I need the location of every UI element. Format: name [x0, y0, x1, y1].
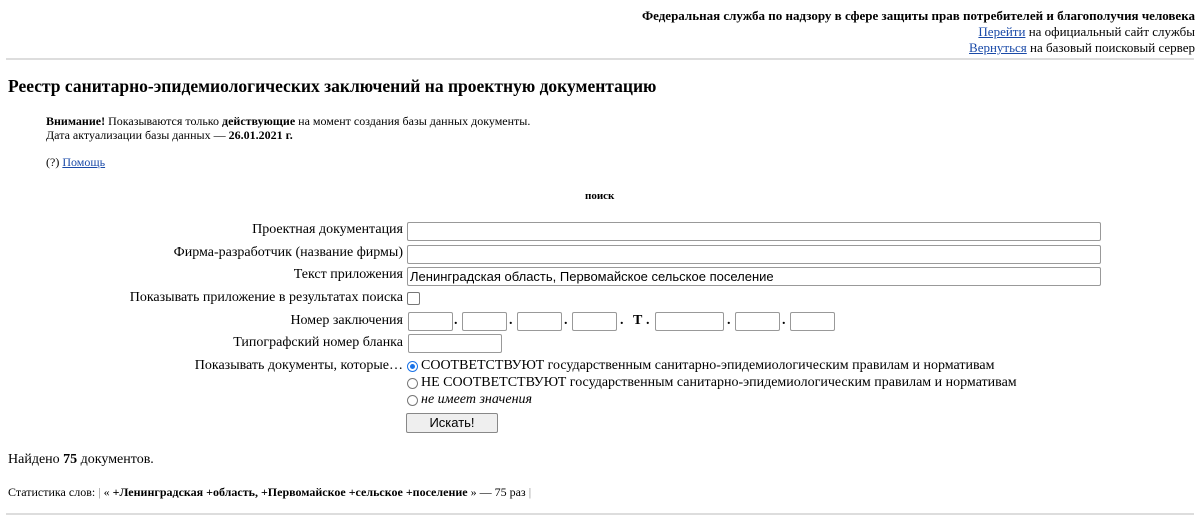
number-part-6[interactable]: [735, 312, 780, 331]
stats-query: +Ленинградская +область, +Первомайское +…: [112, 485, 468, 499]
number-sep: .: [782, 313, 786, 328]
official-site-link[interactable]: Перейти: [978, 24, 1025, 39]
show-app-label: Показывать приложение в результатах поис…: [129, 290, 403, 305]
number-sep: .: [620, 313, 624, 328]
help-prefix: (?): [46, 155, 63, 169]
number-part-3[interactable]: [517, 312, 562, 331]
help: (?) Помощь: [46, 155, 105, 170]
word-stats: Статистика слов: | « +Ленинградская +обл…: [8, 485, 531, 500]
radio-label: не имеет значения: [421, 392, 533, 407]
number-sep: .: [454, 313, 458, 328]
blank-input[interactable]: [408, 334, 502, 353]
found-prefix: Найдено: [8, 452, 64, 467]
radio-any[interactable]: не имеет значения: [407, 392, 532, 408]
notice-text-2: на момент создания базы данных документы…: [295, 114, 531, 128]
notice-attention: Внимание!: [46, 114, 106, 128]
number-sep: .: [727, 313, 731, 328]
number-part-7[interactable]: [790, 312, 835, 331]
project-input[interactable]: [407, 222, 1101, 241]
number-part-2[interactable]: [462, 312, 507, 331]
text-input[interactable]: Ленинградская область, Первомайское сель…: [407, 267, 1101, 286]
number-part-4[interactable]: [572, 312, 617, 331]
firm-label: Фирма-разработчик (название фирмы): [173, 245, 403, 260]
back-link[interactable]: Вернуться: [969, 40, 1027, 55]
notice-text: Показываются только: [105, 114, 223, 128]
stats-pipe: |: [528, 485, 532, 499]
divider: [6, 58, 1194, 60]
radio-icon[interactable]: [407, 377, 418, 389]
radio-label: СООТВЕТСТВУЮТ государственным санитарно-…: [421, 358, 995, 373]
show-app-checkbox[interactable]: [407, 292, 420, 305]
number-sep: .: [564, 313, 568, 328]
number-t: Т: [633, 313, 643, 328]
number-label: Номер заключения: [290, 313, 403, 328]
found-number: 75: [63, 452, 78, 467]
divider: [6, 513, 1194, 515]
firm-input[interactable]: [407, 245, 1101, 264]
org-name: Федеральная служба по надзору в сфере за…: [641, 8, 1195, 23]
radio-selected-icon[interactable]: [407, 360, 418, 372]
number-part-5[interactable]: [655, 312, 724, 331]
radio-noncompliant[interactable]: НЕ СООТВЕТСТВУЮТ государственным санитар…: [407, 375, 1017, 391]
found-count: Найдено 75 документов.: [8, 452, 154, 468]
date-label: Дата актуализации базы данных —: [46, 128, 229, 142]
show-docs-label: Показывать документы, которые…: [194, 358, 403, 373]
site-header: Федеральная служба по надзору в сфере за…: [642, 8, 1195, 56]
stats-label: Статистика слов:: [8, 485, 99, 499]
radio-compliant[interactable]: СООТВЕТСТВУЮТ государственным санитарно-…: [407, 358, 995, 374]
stats-open: «: [100, 485, 113, 499]
date-value: 26.01.2021 г.: [228, 128, 293, 142]
help-link[interactable]: Помощь: [62, 155, 105, 169]
back-text: на базовый поисковый сервер: [1026, 40, 1195, 55]
search-button[interactable]: Искать!: [406, 413, 498, 433]
stats-count: » — 75 раз: [467, 485, 529, 499]
project-label: Проектная документация: [252, 222, 403, 237]
radio-label: НЕ СООТВЕТСТВУЮТ государственным санитар…: [421, 375, 1017, 390]
blank-label: Типографский номер бланка: [233, 335, 403, 350]
found-suffix: документов.: [77, 452, 154, 467]
page-title: Реестр санитарно-эпидемиологических закл…: [8, 76, 657, 96]
number-sep: .: [646, 313, 650, 328]
search-heading: поиск: [585, 190, 615, 202]
notice-active: действующие: [222, 114, 296, 128]
text-label: Текст приложения: [293, 267, 403, 282]
number-sep: .: [509, 313, 513, 328]
radio-icon[interactable]: [407, 394, 418, 406]
number-part-1[interactable]: [408, 312, 453, 331]
notice: Внимание! Показываются только действующи…: [46, 114, 530, 142]
official-site-text: на официальный сайт службы: [1025, 24, 1195, 39]
